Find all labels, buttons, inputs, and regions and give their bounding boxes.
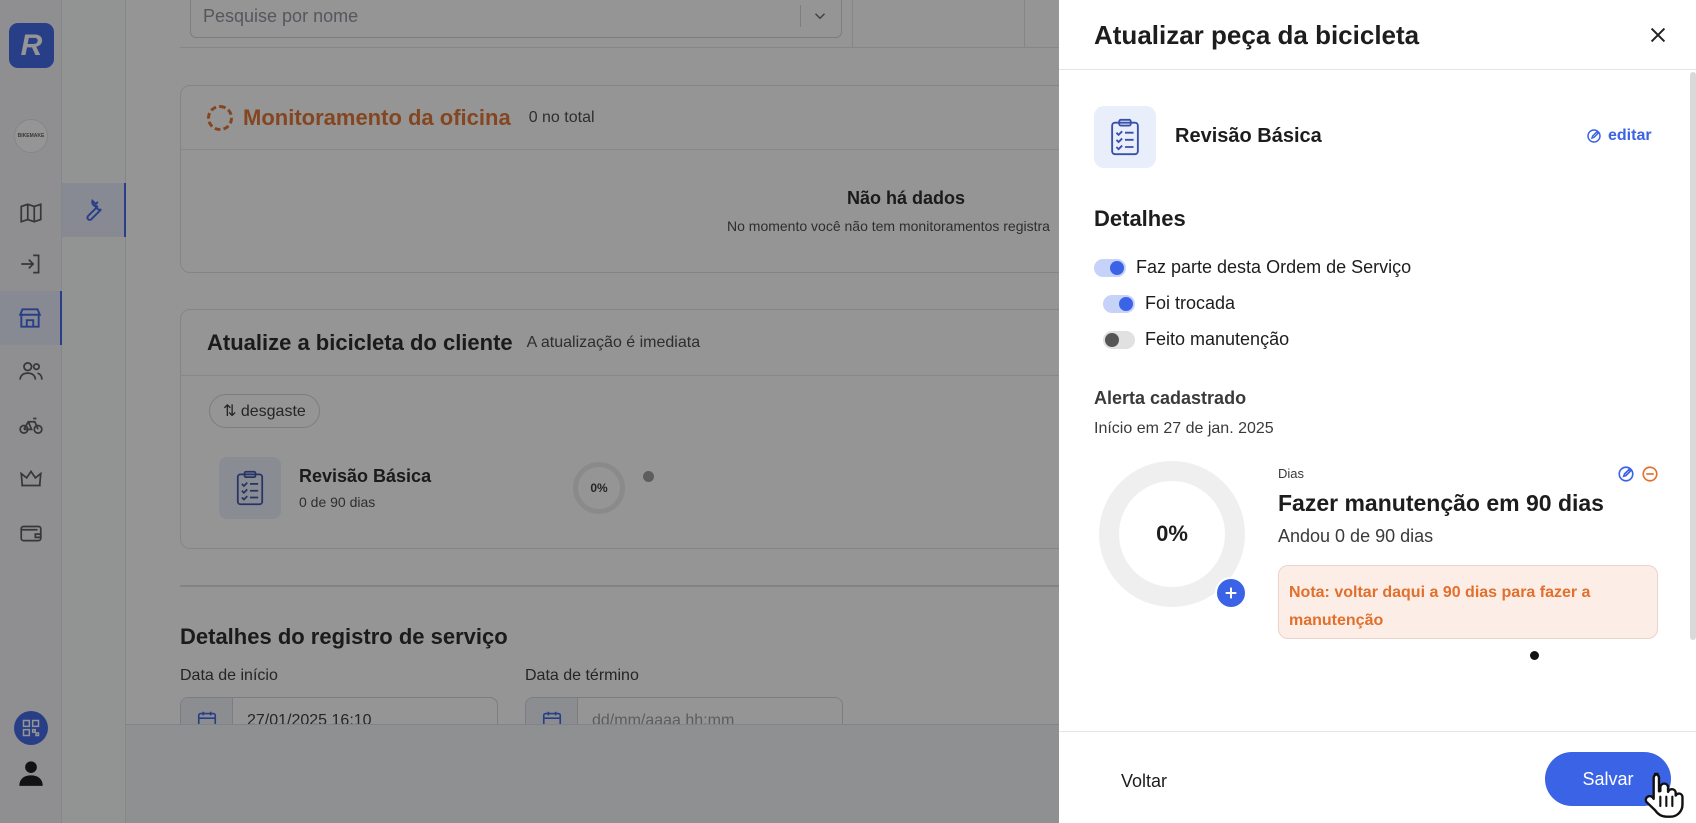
toggle-label: Faz parte desta Ordem de Serviço	[1136, 257, 1412, 277]
toggle-replaced[interactable]	[1103, 294, 1135, 313]
part-thumbnail	[1094, 106, 1156, 168]
toggle-label: Foi trocada	[1145, 293, 1236, 313]
edit-icon	[1587, 129, 1601, 143]
alert-actions	[1616, 464, 1660, 484]
details-title: Detalhes	[1094, 206, 1186, 231]
close-button[interactable]	[1645, 22, 1671, 48]
add-alert-button[interactable]	[1215, 577, 1247, 609]
update-part-drawer: Atualizar peça da bicicleta Revisão Bási…	[1059, 0, 1696, 823]
drawer-header: Atualizar peça da bicicleta	[1059, 0, 1696, 70]
remove-alert-button[interactable]	[1640, 464, 1660, 484]
clipboard-icon	[1111, 118, 1139, 156]
edit-icon	[1618, 466, 1634, 482]
edit-alert-button[interactable]	[1616, 464, 1636, 484]
alert-title: Alerta cadastrado	[1094, 388, 1247, 408]
drawer-footer: Voltar Salvar	[1059, 731, 1696, 823]
remove-icon	[1642, 466, 1658, 482]
alert-progress-text: Andou 0 de 90 dias	[1278, 526, 1434, 546]
back-button[interactable]: Voltar	[1107, 758, 1181, 804]
modal-backdrop[interactable]	[0, 0, 1059, 823]
carousel-dot[interactable]	[1530, 651, 1539, 660]
plus-icon	[1225, 587, 1237, 599]
drawer-title: Atualizar peça da bicicleta	[1094, 20, 1420, 50]
alert-start-date: Início em 27 de jan. 2025	[1094, 420, 1274, 437]
toggle-maintenance[interactable]	[1103, 330, 1135, 349]
toggle-service-order[interactable]	[1094, 258, 1126, 277]
toggle-row-maintenance[interactable]: Feito manutenção	[1103, 329, 1289, 350]
drawer-scrollbar[interactable]	[1690, 72, 1696, 640]
edit-part-link[interactable]: editar	[1586, 127, 1652, 145]
note-text: voltar daqui a 90 dias para fazer a manu…	[1289, 584, 1591, 629]
hand-cursor-icon	[1644, 772, 1684, 818]
drawer-part-name: Revisão Básica	[1175, 125, 1322, 147]
alert-note: Nota: voltar daqui a 90 dias para fazer …	[1278, 565, 1658, 639]
alert-kind: Dias	[1278, 466, 1305, 481]
edit-label: editar	[1608, 127, 1652, 144]
close-icon	[1650, 27, 1666, 43]
toggle-row-replaced[interactable]: Foi trocada	[1103, 293, 1235, 314]
toggle-label: Feito manutenção	[1145, 329, 1290, 349]
note-label: Nota:	[1289, 584, 1330, 601]
alert-name: Fazer manutenção em 90 dias	[1278, 490, 1604, 516]
toggle-row-service-order[interactable]: Faz parte desta Ordem de Serviço	[1094, 257, 1411, 278]
